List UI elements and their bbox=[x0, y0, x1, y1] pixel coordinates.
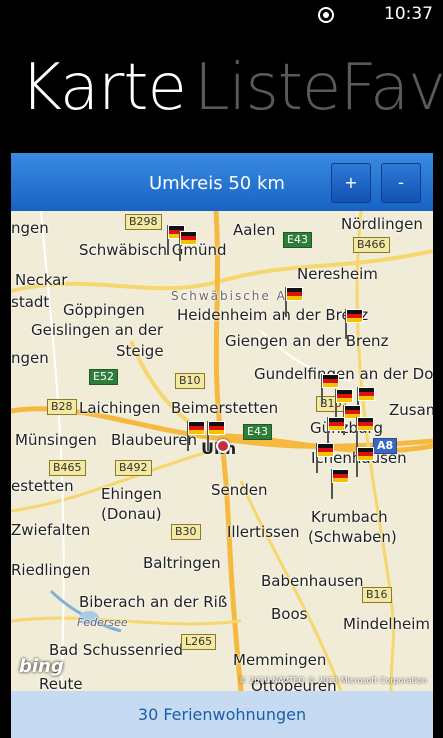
map-label: Federsee bbox=[77, 616, 128, 629]
road-shield: E52 bbox=[89, 369, 118, 385]
map-label: Babenhausen bbox=[261, 572, 364, 590]
listing-flag-icon[interactable] bbox=[285, 287, 303, 317]
map-label: Baltringen bbox=[143, 554, 221, 572]
location-pin-icon[interactable] bbox=[216, 439, 230, 453]
map-label: Bad Schussenried bbox=[49, 641, 184, 659]
map-label: (Schwaben) bbox=[308, 528, 397, 546]
road-shield: B10 bbox=[175, 373, 205, 389]
zoom-out-button[interactable]: - bbox=[381, 163, 421, 203]
map-label: Laichingen bbox=[79, 399, 161, 417]
map-label: Senden bbox=[211, 481, 268, 499]
map-label: Biberach an der Riß bbox=[79, 593, 228, 611]
bing-logo: bing bbox=[19, 656, 64, 677]
map-label: ngen bbox=[11, 219, 49, 237]
results-count-label: 30 Ferienwohnungen bbox=[137, 705, 307, 724]
pivot-item-liste[interactable]: Liste bbox=[194, 46, 341, 126]
map-view[interactable]: ngen Schwäbisch Gmünd Aalen Nördlingen N… bbox=[11, 211, 433, 691]
radius-header: Umkreis 50 km + - bbox=[11, 153, 433, 211]
pivot-item-favoriten[interactable]: Favo bbox=[340, 46, 443, 126]
map-label: Gundelfingen an der Donau bbox=[254, 365, 433, 383]
map-label: Geislingen an der bbox=[31, 321, 164, 339]
map-label: Göppingen bbox=[63, 301, 145, 319]
map-label: Krumbach bbox=[311, 508, 388, 526]
map-label: Ehingen bbox=[101, 485, 162, 503]
status-bar: 10:37 bbox=[0, 0, 443, 32]
road-shield: L265 bbox=[181, 634, 217, 650]
map-label: Beimerstetten bbox=[171, 399, 279, 417]
map-label: Reute bbox=[39, 675, 83, 691]
map-label: estetten bbox=[11, 477, 74, 495]
road-shield: B465 bbox=[49, 460, 86, 476]
road-shield: B16 bbox=[362, 587, 392, 603]
listing-flag-icon[interactable] bbox=[179, 231, 197, 261]
map-label: Zwiefalten bbox=[11, 521, 91, 539]
listing-flag-icon[interactable] bbox=[187, 421, 205, 451]
zoom-in-button[interactable]: + bbox=[331, 163, 371, 203]
map-label: Nördlingen bbox=[341, 215, 423, 233]
results-count-bar[interactable]: 30 Ferienwohnungen bbox=[11, 691, 433, 738]
map-attribution: © 2010 NAVTEQ © 2013 Microsoft Corporati… bbox=[238, 676, 427, 685]
map-label: Neckar bbox=[15, 271, 68, 289]
map-label: ngen bbox=[11, 349, 49, 367]
road-shield: B466 bbox=[353, 237, 390, 253]
road-shield: B30 bbox=[171, 524, 201, 540]
pivot-header: Karte Liste Favo bbox=[0, 46, 443, 126]
road-shield: A8 bbox=[373, 438, 398, 454]
map-label: Giengen an der Brenz bbox=[225, 332, 389, 350]
map-label: Boos bbox=[271, 605, 308, 623]
clock: 10:37 bbox=[384, 4, 433, 24]
map-label: Illertissen bbox=[227, 523, 300, 541]
road-shield: B492 bbox=[115, 460, 152, 476]
map-panel: Umkreis 50 km + - ngen Schwäbisch Gmünd … bbox=[11, 153, 433, 738]
map-label: Memmingen bbox=[233, 651, 327, 669]
map-label: Heidenheim an der Brenz bbox=[177, 306, 369, 324]
map-label: Zusam bbox=[389, 401, 433, 419]
map-label: Neresheim bbox=[297, 265, 378, 283]
radius-title: Umkreis 50 km bbox=[149, 173, 285, 194]
road-shield: E43 bbox=[283, 232, 312, 248]
map-label: Münsingen bbox=[15, 431, 97, 449]
listing-flag-icon[interactable] bbox=[356, 447, 374, 477]
map-label: Aalen bbox=[233, 221, 276, 239]
road-shield: B298 bbox=[125, 214, 162, 230]
signal-icon bbox=[318, 7, 334, 23]
listing-flag-icon[interactable] bbox=[345, 309, 363, 339]
map-label: stadt bbox=[11, 293, 50, 311]
listing-flag-icon[interactable] bbox=[356, 417, 374, 447]
road-shield: B28 bbox=[47, 399, 77, 415]
map-label: (Donau) bbox=[101, 505, 162, 523]
map-label: Steige bbox=[116, 342, 164, 360]
map-label: Riedlingen bbox=[11, 561, 91, 579]
road-shield: E43 bbox=[243, 424, 272, 440]
map-label: Schwäbisch Gmünd bbox=[79, 241, 227, 259]
map-label: Mindelheim bbox=[343, 615, 431, 633]
map-label: Schwäbische Alb bbox=[171, 289, 302, 303]
listing-flag-icon[interactable] bbox=[331, 469, 349, 499]
map-label: Blaubeuren bbox=[111, 431, 197, 449]
pivot-item-karte[interactable]: Karte bbox=[20, 46, 187, 126]
